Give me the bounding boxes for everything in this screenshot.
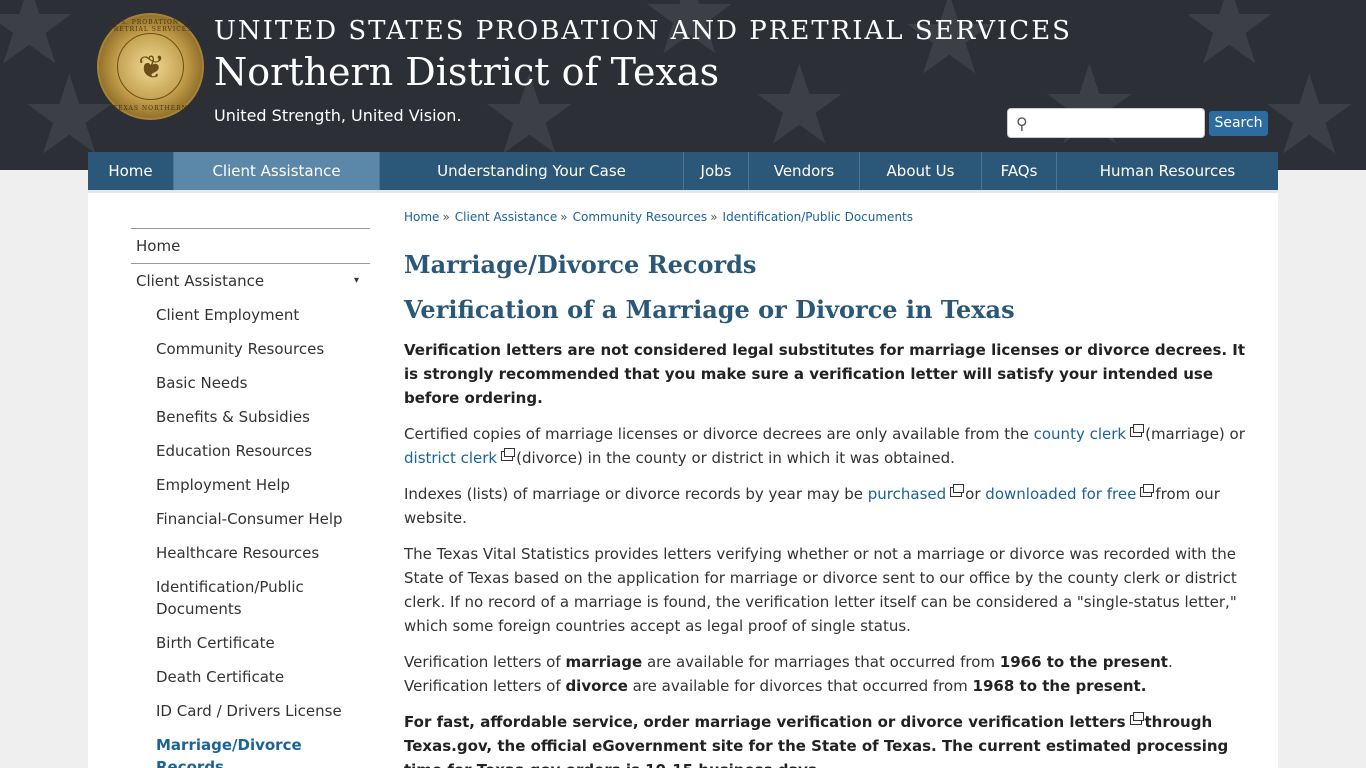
vital-statistics-paragraph: The Texas Vital Statistics provides lett… (404, 545, 1237, 635)
county-clerk-link[interactable]: county clerk (1034, 425, 1126, 443)
text: (marriage) or (1145, 425, 1245, 443)
text: divorce (565, 677, 628, 695)
sidebar-item-client-employment[interactable]: Client Employment (131, 298, 370, 332)
sidebar-item-birth-certificate[interactable]: Birth Certificate (131, 626, 370, 660)
nav-faqs[interactable]: FAQs (982, 152, 1057, 190)
text: are available for marriages that occurre… (646, 653, 995, 671)
main-content: Home» Client Assistance» Community Resourc… (404, 210, 1254, 768)
nav-understanding-your-case[interactable]: Understanding Your Case (380, 152, 684, 190)
seal-text-bottom: TEXAS NORTHERN (113, 105, 188, 112)
page-title: Marriage/Divorce Records (404, 250, 757, 279)
breadcrumb-community-resources[interactable]: Community Resources (573, 210, 708, 224)
seal-center: ❦ (117, 33, 184, 100)
warning-text: Verification letters are not considered … (404, 341, 1246, 407)
agency-name[interactable]: UNITED STATES PROBATION AND PRETRIAL SER… (214, 16, 1072, 46)
purchased-link[interactable]: purchased (868, 485, 946, 503)
search-field[interactable]: ⚲ (1007, 108, 1205, 138)
sidebar-item-employment-help[interactable]: Employment Help (131, 468, 370, 502)
text: Indexes (lists) of marriage or divorce r… (404, 485, 863, 503)
external-link-icon (1129, 712, 1144, 725)
text: Verification letters of (404, 677, 561, 695)
text: Certified copies of marriage licenses or… (404, 425, 1029, 443)
order-verification-link[interactable]: order marriage verification or divorce v… (643, 713, 1125, 731)
text: Verification letters of (404, 653, 561, 671)
external-link-icon (1130, 424, 1145, 437)
sidebar-item-client-assistance[interactable]: Client Assistance ▾ (131, 263, 370, 298)
site-header: ★ ★ ★ ★ ★ ★ ★ ★ ★ U.S. PROBATION & PRETR… (0, 0, 1366, 170)
sidebar-item-financial-consumer-help[interactable]: Financial-Consumer Help (131, 502, 370, 536)
search-input[interactable] (1038, 112, 1198, 134)
text: For fast, affordable service, (404, 713, 639, 731)
sidebar-item-identification-public-documents[interactable]: Identification/Public Documents (131, 570, 370, 626)
district-name[interactable]: Northern District of Texas (214, 50, 719, 94)
breadcrumb: Home» Client Assistance» Community Resourc… (404, 210, 1254, 228)
breadcrumb-separator: » (442, 210, 450, 224)
sidebar-item-death-certificate[interactable]: Death Certificate (131, 660, 370, 694)
nav-vendors[interactable]: Vendors (749, 152, 860, 190)
external-link-icon (501, 448, 516, 461)
eagle-icon: ❦ (138, 48, 165, 86)
seal-text-top: U.S. PROBATION & PRETRIAL SERVICES (108, 19, 193, 33)
court-seal-logo[interactable]: U.S. PROBATION & PRETRIAL SERVICES ❦ TEX… (97, 13, 204, 120)
indexes-paragraph: Indexes (lists) of marriage or divorce r… (404, 482, 1254, 530)
sidebar-item-community-resources[interactable]: Community Resources (131, 332, 370, 366)
section-heading: Verification of a Marriage or Divorce in… (404, 295, 1015, 324)
external-link-icon (1140, 484, 1155, 497)
nav-about-us[interactable]: About Us (860, 152, 982, 190)
magnifier-icon: ⚲ (1016, 114, 1028, 133)
warning-paragraph: Verification letters are not considered … (404, 338, 1254, 410)
certified-copies-paragraph: Certified copies of marriage licenses or… (404, 422, 1254, 470)
date-range-paragraph: Verification letters of marriage are ava… (404, 650, 1254, 698)
text: (divorce) in the county or district in w… (516, 449, 955, 467)
content-area: Home Client Assistance ▾ Client Employme… (88, 190, 1278, 768)
external-link-icon (950, 484, 965, 497)
sidebar-item-label: Home (136, 237, 181, 255)
sidebar-item-healthcare-resources[interactable]: Healthcare Resources (131, 536, 370, 570)
text: . (1167, 653, 1173, 671)
nav-human-resources[interactable]: Human Resources (1057, 152, 1278, 190)
text: 1968 to the present. (972, 677, 1147, 695)
breadcrumb-identification-public-documents[interactable]: Identification/Public Documents (723, 210, 913, 224)
downloaded-for-free-link[interactable]: downloaded for free (985, 485, 1136, 503)
search-button[interactable]: Search (1209, 111, 1268, 136)
site-motto: United Strength, United Vision. (214, 106, 462, 125)
order-paragraph: For fast, affordable service, order marr… (404, 710, 1254, 768)
text: 1966 to the present (999, 653, 1168, 671)
breadcrumb-home[interactable]: Home (404, 210, 439, 224)
sidebar-item-home[interactable]: Home (131, 228, 370, 263)
sidebar-item-benefits-subsidies[interactable]: Benefits & Subsidies (131, 400, 370, 434)
breadcrumb-client-assistance[interactable]: Client Assistance (455, 210, 558, 224)
sidebar-item-label: Client Assistance (136, 272, 265, 290)
district-clerk-link[interactable]: district clerk (404, 449, 497, 467)
sidebar-item-id-card-drivers-license[interactable]: ID Card / Drivers License (131, 694, 370, 728)
nav-jobs[interactable]: Jobs (684, 152, 749, 190)
text: are available for divorces that occurred… (632, 677, 968, 695)
chevron-down-icon[interactable]: ▾ (354, 272, 359, 290)
sidebar-item-education-resources[interactable]: Education Resources (131, 434, 370, 468)
nav-client-assistance[interactable]: Client Assistance (174, 152, 380, 190)
breadcrumb-separator: » (710, 210, 718, 224)
text: marriage (565, 653, 643, 671)
sidebar-item-basic-needs[interactable]: Basic Needs (131, 366, 370, 400)
sidebar-nav: Home Client Assistance ▾ Client Employme… (131, 228, 370, 768)
sidebar-item-marriage-divorce-records[interactable]: Marriage/Divorce Records (131, 728, 370, 768)
text: or (965, 485, 981, 503)
content-top-border (88, 190, 1278, 193)
breadcrumb-separator: » (560, 210, 568, 224)
main-nav: Home Client Assistance Understanding You… (88, 152, 1278, 190)
nav-home[interactable]: Home (88, 152, 174, 190)
